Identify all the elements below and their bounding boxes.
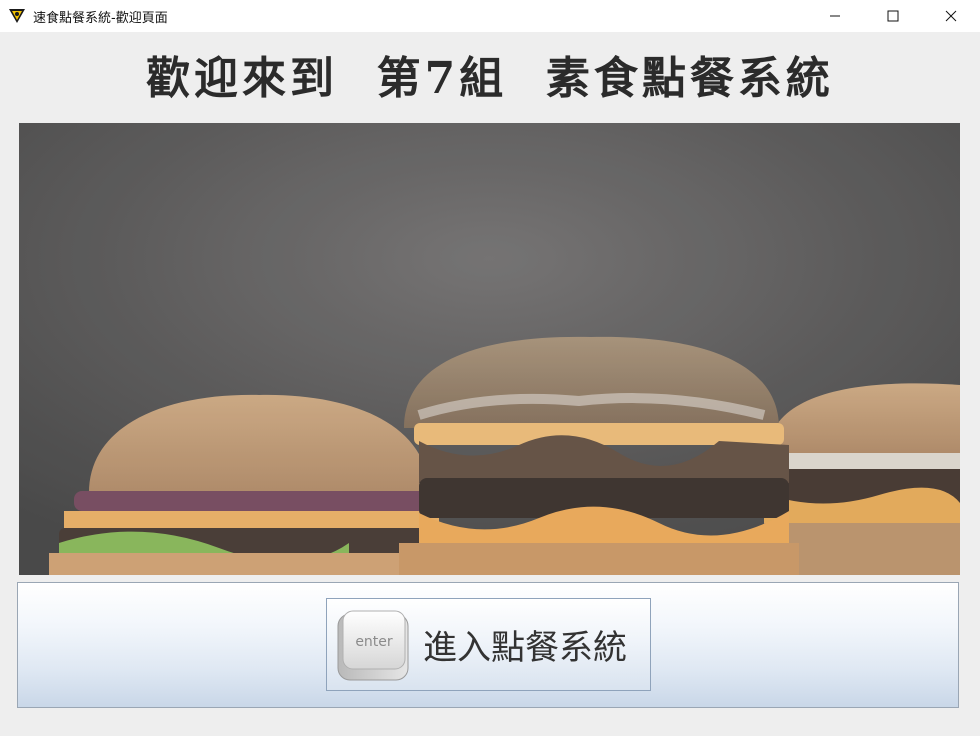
enter-key-label: enter <box>355 634 393 650</box>
burger-photo <box>19 123 960 575</box>
app-logo-icon <box>9 9 25 23</box>
title-bar: 速食點餐系統-歡迎頁面 <box>0 0 980 32</box>
maximize-icon <box>887 10 899 22</box>
enter-panel: enter 進入點餐系統 <box>17 582 959 708</box>
welcome-window: 速食點餐系統-歡迎頁面 歡迎來到 第7組 素食點餐系統 enter 進入點餐系統 <box>0 0 980 736</box>
maximize-button[interactable] <box>864 0 922 32</box>
window-title: 速食點餐系統-歡迎頁面 <box>33 10 168 26</box>
enter-system-button[interactable]: enter 進入點餐系統 <box>326 598 651 691</box>
close-icon <box>945 10 957 22</box>
banner-image <box>19 123 960 575</box>
enter-key-icon: enter <box>337 610 409 680</box>
minimize-button[interactable] <box>806 0 864 32</box>
enter-button-label: 進入點餐系統 <box>423 628 627 668</box>
page-heading: 歡迎來到 第7組 素食點餐系統 <box>146 53 834 104</box>
window-controls <box>806 0 980 32</box>
close-button[interactable] <box>922 0 980 32</box>
minimize-icon <box>830 15 840 17</box>
